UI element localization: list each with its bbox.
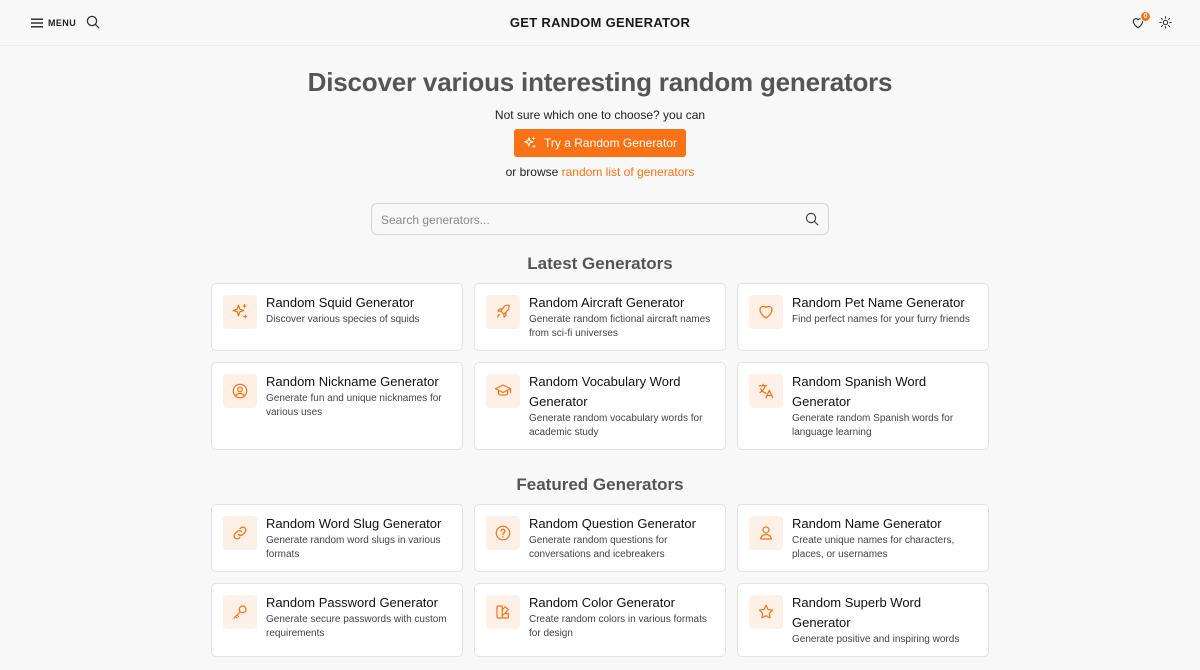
card-icon-box [223,295,257,329]
generator-card[interactable]: Random Pet Name Generator Find perfect n… [737,283,989,351]
graduation-cap-icon [494,384,512,396]
card-title: Random Vocabulary Word Generator [529,374,681,409]
generator-card[interactable]: Random Color Generator Create random col… [474,583,726,657]
site-brand[interactable]: GET RANDOM GENERATOR [0,15,1200,30]
card-icon-box [486,516,520,550]
heart-icon [759,305,773,319]
card-description: Generate random vocabulary words for aca… [529,413,703,438]
card-icon-box [486,374,520,408]
user-icon [760,526,772,540]
card-title: Random Squid Generator [266,295,415,310]
sparkles-icon [232,303,248,319]
card-description: Discover various species of squids [266,314,420,325]
card-title: Random Spanish Word Generator [792,374,927,409]
latest-generators-heading: Latest Generators [527,254,673,273]
question-circle-icon [495,525,511,541]
try-button-label: Try a Random Generator [544,136,677,150]
card-description: Find perfect names for your furry friend… [792,314,970,325]
star-icon [758,604,774,619]
generator-card[interactable]: Random Name Generator Create unique name… [737,504,989,572]
browse-line: or browse random list of generators [0,165,1200,179]
card-description: Generate positive and inspiring words [792,634,960,645]
sparkles-icon [524,136,536,149]
card-description: Generate random fictional aircraft names… [529,314,711,339]
translate-icon [758,383,774,399]
card-title: Random Password Generator [266,595,438,610]
card-description: Generate random Spanish words for langua… [792,413,954,438]
link-icon [233,526,247,540]
favorites-count-badge: 0 [1140,11,1151,22]
generator-card[interactable]: Random Squid Generator Discover various … [211,283,463,351]
theme-toggle-button[interactable] [1159,16,1172,34]
card-title: Random Word Slug Generator [266,516,442,531]
card-description: Generate random questions for conversati… [529,535,668,560]
generator-card[interactable]: Random Password Generator Generate secur… [211,583,463,657]
card-description: Generate fun and unique nicknames for va… [266,393,442,418]
generator-card[interactable]: Random Spanish Word Generator Generate r… [737,362,989,450]
generator-card[interactable]: Random Aircraft Generator Generate rando… [474,283,726,351]
card-title: Random Aircraft Generator [529,295,685,310]
search-input[interactable] [381,211,791,229]
card-description: Generate random word slugs in various fo… [266,535,441,560]
card-icon-box [486,295,520,329]
generator-card[interactable]: Random Question Generator Generate rando… [474,504,726,572]
palette-icon [496,605,509,619]
rocket-icon [497,304,510,318]
page-title: Discover various interesting random gene… [307,67,893,97]
top-bar: MENU GET RANDOM GENERATOR 0 [0,0,1200,46]
card-icon-box [749,595,783,629]
try-random-generator-button[interactable]: Try a Random Generator [514,129,686,157]
generator-card[interactable]: Random Superb Word Generator Generate po… [737,583,989,657]
featured-generators-heading: Featured Generators [516,475,684,494]
card-title: Random Superb Word Generator [792,595,922,630]
card-description: Generate secure passwords with custom re… [266,614,447,639]
hero-subtitle: Not sure which one to choose? you can [494,108,706,122]
card-icon-box [223,595,257,629]
search-icon[interactable] [805,212,819,226]
browse-prefix: or browse [505,165,559,179]
card-icon-box [486,595,520,629]
generator-card[interactable]: Random Word Slug Generator Generate rand… [211,504,463,572]
card-title: Random Name Generator [792,516,942,531]
sun-icon [1159,16,1172,29]
search-bar [371,203,829,235]
random-list-link[interactable]: random list of generators [562,165,695,179]
card-title: Random Nickname Generator [266,374,439,389]
card-icon-box [749,374,783,408]
card-title: Random Question Generator [529,516,696,531]
card-icon-box [749,295,783,329]
card-icon-box [223,516,257,550]
generator-card[interactable]: Random Nickname Generator Generate fun a… [211,362,463,450]
card-icon-box [749,516,783,550]
favorites-button[interactable]: 0 [1131,11,1151,34]
generator-card[interactable]: Random Vocabulary Word Generator Generat… [474,362,726,450]
key-icon [233,605,247,619]
card-icon-box [223,374,257,408]
user-circle-icon [232,383,248,399]
card-title: Random Color Generator [529,595,675,610]
card-description: Create unique names for characters, plac… [792,535,955,560]
card-title: Random Pet Name Generator [792,295,965,310]
card-description: Create random colors in various formats … [529,614,707,639]
